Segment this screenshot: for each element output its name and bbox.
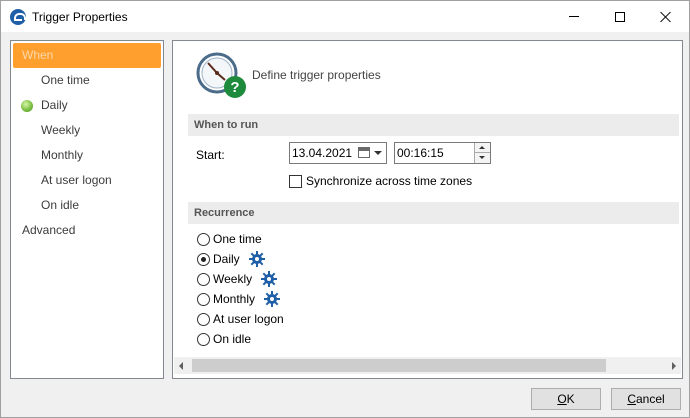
time-spin-down-icon[interactable] bbox=[474, 153, 490, 163]
recurrence-radio[interactable] bbox=[197, 292, 210, 306]
recurrence-section-header: Recurrence bbox=[188, 202, 679, 224]
window-title: Trigger Properties bbox=[32, 10, 128, 24]
recurrence-option-monthly[interactable]: Monthly bbox=[197, 290, 281, 308]
ok-label: K bbox=[566, 392, 575, 406]
time-spin-up-icon[interactable] bbox=[474, 143, 490, 153]
ok-button[interactable]: OK bbox=[531, 388, 601, 410]
active-indicator-icon bbox=[21, 100, 33, 112]
recurrence-option-label: At user logon bbox=[213, 312, 284, 326]
sync-time-zones-label: Synchronize across time zones bbox=[306, 174, 473, 188]
sidebar-item-at-user-logon[interactable]: At user logon bbox=[13, 168, 161, 193]
sidebar-item-daily[interactable]: Daily bbox=[13, 93, 161, 118]
horizontal-scrollbar[interactable] bbox=[174, 357, 681, 374]
sync-time-zones-option[interactable]: Synchronize across time zones bbox=[289, 174, 472, 188]
main-panel: ? Define trigger properties When to run … bbox=[172, 40, 683, 379]
title-bar: Trigger Properties bbox=[1, 1, 689, 32]
scroll-right-icon[interactable] bbox=[672, 362, 676, 370]
sidebar-item-label: Daily bbox=[41, 98, 68, 112]
maximize-button[interactable] bbox=[597, 1, 643, 32]
cancel-label: ancel bbox=[635, 392, 665, 406]
sidebar: When One time Daily Weekly Monthly At us… bbox=[10, 40, 164, 379]
start-date-value: 13.04.2021 bbox=[292, 146, 353, 160]
cancel-accelerator: C bbox=[627, 392, 636, 406]
minimize-icon bbox=[569, 16, 579, 17]
sidebar-item-advanced[interactable]: Advanced bbox=[13, 218, 161, 243]
trigger-properties-window: Trigger Properties When One time Daily W… bbox=[0, 0, 690, 418]
start-date-picker[interactable]: 13.04.2021 bbox=[289, 142, 387, 164]
start-label: Start: bbox=[196, 148, 225, 162]
sidebar-item-when[interactable]: When bbox=[13, 43, 161, 68]
maximize-icon bbox=[615, 11, 625, 22]
recurrence-option-one-time[interactable]: One time bbox=[197, 230, 262, 248]
recurrence-option-label: Weekly bbox=[213, 272, 253, 286]
cancel-button[interactable]: Cancel bbox=[611, 388, 681, 410]
scroll-left-icon[interactable] bbox=[179, 362, 183, 370]
recurrence-option-on-idle[interactable]: On idle bbox=[197, 330, 251, 348]
gear-icon[interactable] bbox=[264, 291, 281, 307]
start-time-value: 00:16:15 bbox=[397, 146, 444, 160]
sidebar-item-on-idle[interactable]: On idle bbox=[13, 193, 161, 218]
minimize-button[interactable] bbox=[551, 1, 597, 32]
start-time-field[interactable]: 00:16:15 bbox=[394, 142, 491, 164]
recurrence-option-label: On idle bbox=[213, 332, 252, 346]
recurrence-radio[interactable] bbox=[197, 272, 210, 286]
close-icon bbox=[660, 11, 672, 23]
scrollbar-thumb[interactable] bbox=[192, 359, 606, 372]
gear-icon[interactable] bbox=[248, 251, 265, 267]
sidebar-item-monthly[interactable]: Monthly bbox=[13, 143, 161, 168]
recurrence-option-at-user-logon[interactable]: At user logon bbox=[197, 310, 284, 328]
recurrence-radio[interactable] bbox=[197, 252, 210, 266]
recurrence-radio[interactable] bbox=[197, 232, 210, 246]
ok-accelerator: O bbox=[557, 392, 567, 406]
recurrence-option-daily[interactable]: Daily bbox=[197, 250, 265, 268]
recurrence-radio[interactable] bbox=[197, 332, 210, 346]
app-icon bbox=[10, 9, 26, 25]
sync-time-zones-checkbox[interactable] bbox=[289, 174, 302, 188]
sidebar-item-weekly[interactable]: Weekly bbox=[13, 118, 161, 143]
recurrence-option-label: Monthly bbox=[213, 292, 256, 306]
page-title: Define trigger properties bbox=[252, 68, 381, 82]
when-to-run-section-header: When to run bbox=[188, 114, 679, 136]
svg-text:?: ? bbox=[230, 79, 239, 96]
recurrence-option-label: Daily bbox=[213, 252, 240, 266]
recurrence-option-label: One time bbox=[213, 232, 262, 246]
calendar-icon[interactable] bbox=[358, 147, 370, 158]
recurrence-radio[interactable] bbox=[197, 312, 210, 326]
recurrence-option-weekly[interactable]: Weekly bbox=[197, 270, 278, 288]
gear-icon[interactable] bbox=[261, 271, 278, 287]
chevron-down-icon[interactable] bbox=[374, 151, 382, 155]
clock-help-icon: ? bbox=[196, 52, 246, 98]
sidebar-item-one-time[interactable]: One time bbox=[13, 68, 161, 93]
close-button[interactable] bbox=[643, 1, 689, 32]
